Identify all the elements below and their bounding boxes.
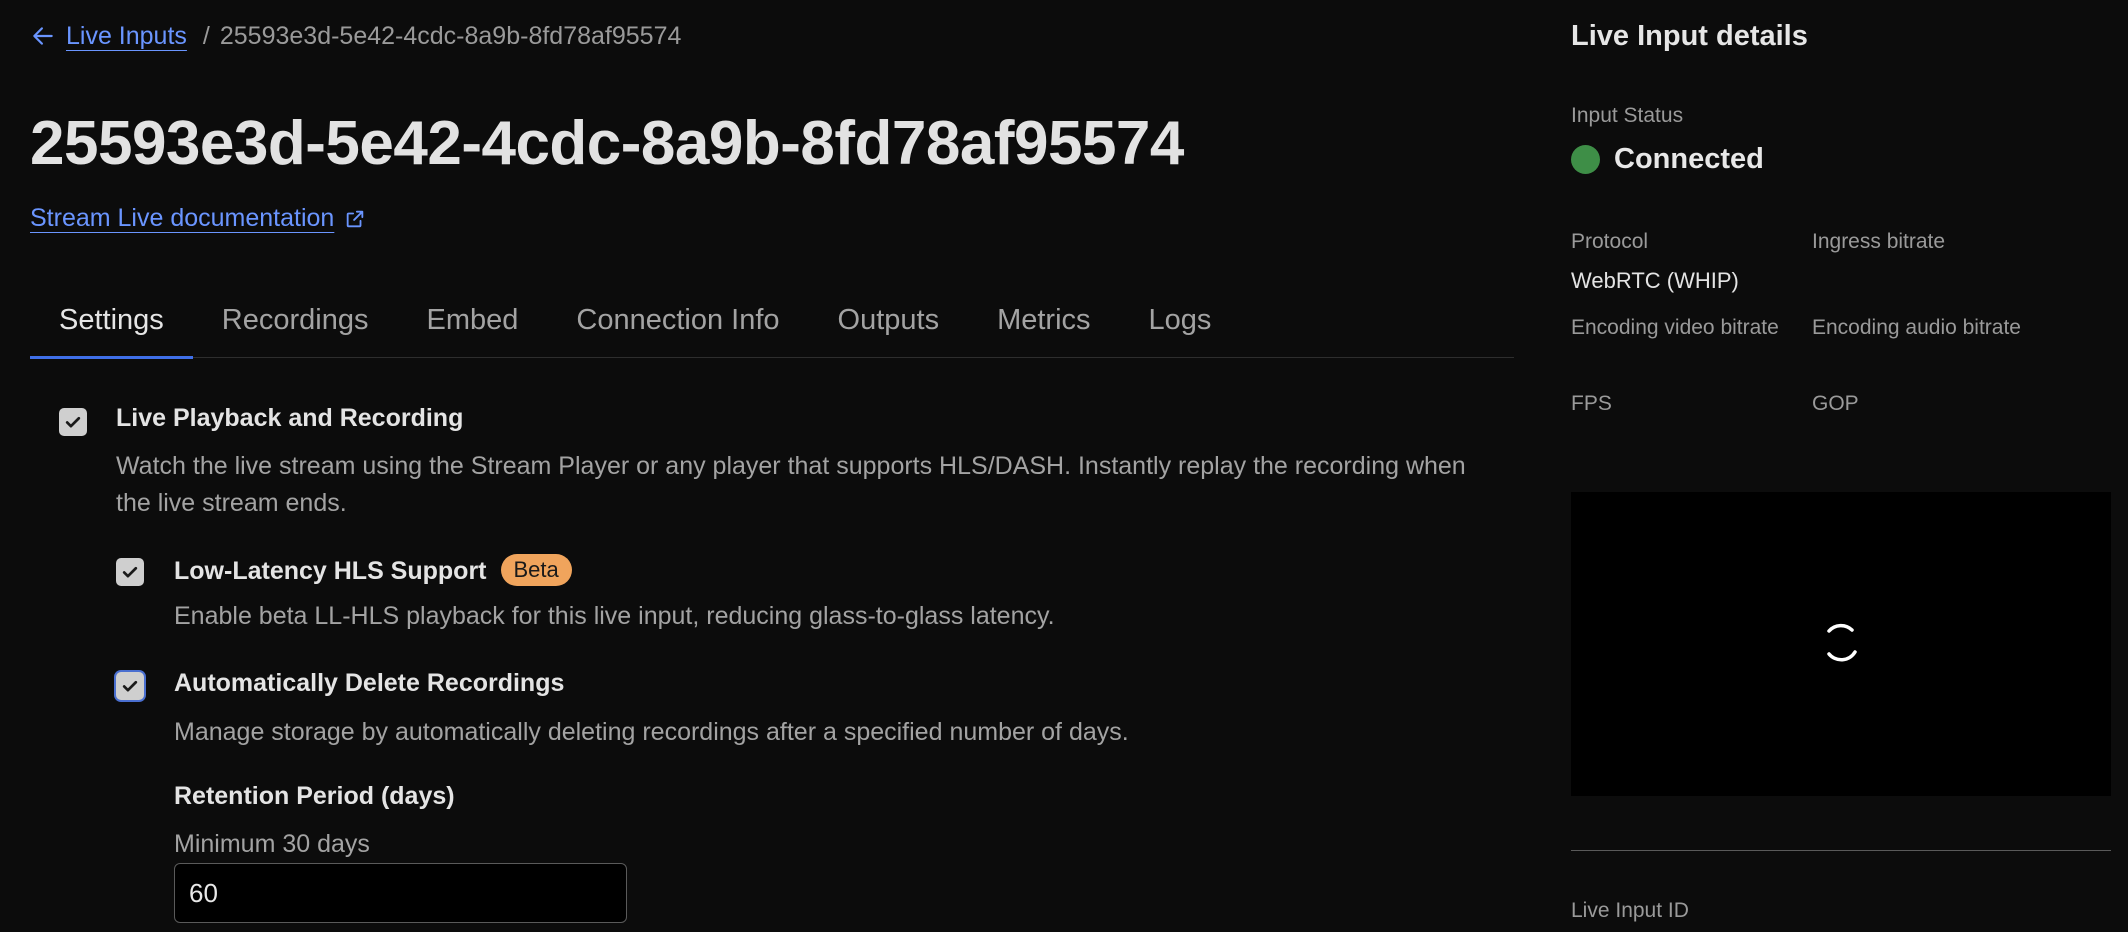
playback-option: Live Playback and Recording Watch the li… (30, 396, 1514, 526)
tab-embed[interactable]: Embed (397, 282, 547, 358)
tab-recordings[interactable]: Recordings (193, 282, 398, 358)
live-input-id-label: Live Input ID (1571, 899, 1689, 922)
gop-label: GOP (1812, 392, 1859, 415)
breadcrumb-back-link[interactable]: Live Inputs (30, 22, 187, 51)
input-status-label: Input Status (1571, 104, 1684, 127)
breadcrumb: Live Inputs / 25593e3d-5e42-4cdc-8a9b-8f… (30, 18, 681, 54)
encoding-video-label: Encoding video bitrate (1571, 316, 1779, 339)
sidebar-divider (1571, 850, 2111, 851)
llhls-description: Enable beta LL-HLS playback for this liv… (174, 602, 1055, 630)
main-panel: Live Inputs / 25593e3d-5e42-4cdc-8a9b-8f… (30, 0, 1514, 932)
external-link-icon (347, 210, 364, 227)
encoding-audio-label: Encoding audio bitrate (1812, 316, 2021, 339)
protocol-value: WebRTC (WHIP) (1571, 268, 1739, 293)
tab-logs[interactable]: Logs (1120, 282, 1241, 358)
ingress-bitrate-label: Ingress bitrate (1812, 230, 1946, 253)
documentation-link[interactable]: Stream Live documentation (30, 204, 366, 233)
check-icon (65, 416, 81, 428)
page: Live Inputs / 25593e3d-5e42-4cdc-8a9b-8f… (0, 0, 2128, 932)
auto-delete-label[interactable]: Automatically Delete Recordings (174, 669, 564, 698)
auto-delete-checkbox[interactable] (116, 672, 144, 700)
status-value: Connected (1614, 143, 1764, 175)
retention-hint: Minimum 30 days (174, 830, 370, 858)
breadcrumb-live-inputs[interactable]: Live Inputs (66, 22, 187, 51)
breadcrumb-current: 25593e3d-5e42-4cdc-8a9b-8fd78af95574 (219, 21, 682, 50)
playback-label[interactable]: Live Playback and Recording (116, 404, 463, 433)
llhls-option: Low-Latency HLS Support Beta Enable beta … (30, 548, 1514, 638)
tab-outputs[interactable]: Outputs (809, 282, 969, 358)
video-player[interactable] (1571, 492, 2111, 796)
playback-description: Watch the live stream using the Stream P… (116, 452, 1466, 517)
protocol-label: Protocol (1571, 230, 1649, 253)
llhls-label[interactable]: Low-Latency HLS Support Beta (174, 554, 572, 586)
playback-checkbox[interactable] (59, 408, 87, 436)
loading-spinner-icon (1827, 623, 1857, 662)
arrow-left-icon (33, 27, 53, 45)
input-status: Connected (1571, 143, 1764, 176)
retention-input[interactable] (174, 863, 627, 923)
check-icon (122, 566, 138, 578)
status-dot-icon (1571, 145, 1600, 174)
documentation-link-label[interactable]: Stream Live documentation (30, 204, 334, 233)
auto-delete-description: Manage storage by automatically deleting… (174, 718, 1129, 746)
fps-label: FPS (1571, 392, 1612, 415)
beta-badge: Beta (500, 554, 572, 586)
tab-metrics[interactable]: Metrics (968, 282, 1119, 358)
tab-bar: Settings Recordings Embed Connection Inf… (30, 282, 1514, 359)
tab-connection-info[interactable]: Connection Info (547, 282, 808, 358)
auto-delete-option: Automatically Delete Recordings Manage s… (30, 664, 1514, 754)
llhls-checkbox[interactable] (116, 558, 144, 586)
page-title: 25593e3d-5e42-4cdc-8a9b-8fd78af95574 (30, 109, 1184, 178)
breadcrumb-separator: / (202, 21, 210, 50)
retention-label: Retention Period (days) (174, 782, 455, 810)
details-title: Live Input details (1571, 20, 1808, 52)
tab-settings[interactable]: Settings (30, 282, 193, 359)
details-sidebar: Live Input details Input Status Connecte… (1571, 0, 2111, 932)
llhls-label-text[interactable]: Low-Latency HLS Support (174, 557, 487, 585)
check-icon (122, 680, 138, 692)
